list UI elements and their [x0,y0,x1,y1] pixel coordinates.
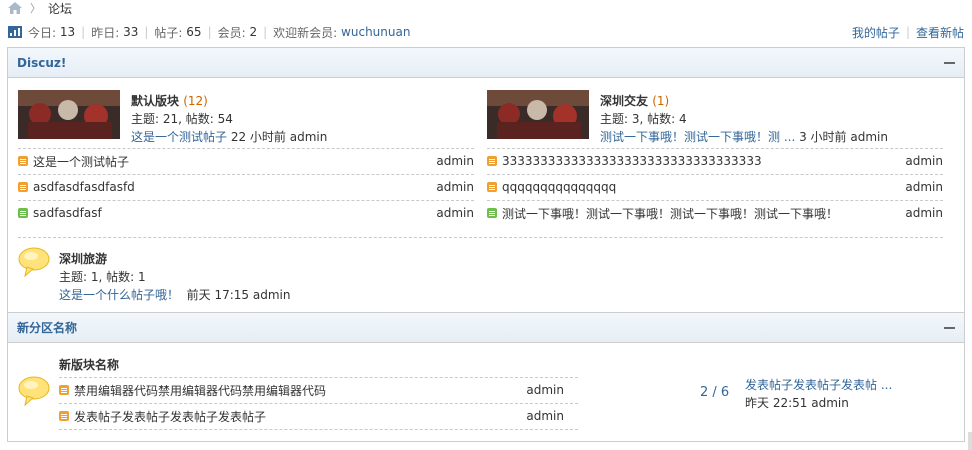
forum-stats: 主题: 1, 帖数: 1 [59,270,146,284]
last-post-author[interactable]: admin [811,396,849,410]
forum-icon-image[interactable] [487,90,589,139]
last-post-time: 前天 17:15 [186,288,250,302]
category-discuz: Discuz! 默认版块 (12) 主题: 21, 帖数: 54 这是一个测试帖… [7,47,965,313]
speech-bubble-icon[interactable] [18,376,50,406]
last-post: 测试一下事哦！测试一下事哦！测 ... 3 小时前 admin [600,128,888,145]
thread-icon [18,156,28,166]
thread-author[interactable]: admin [905,180,943,194]
my-posts-link[interactable]: 我的帖子 [852,24,900,41]
thread-author[interactable]: admin [905,206,943,220]
last-post: 发表帖子发表帖子发表帖 ... [745,376,892,393]
last-post-link[interactable]: 这是一个测试帖子 [131,130,227,144]
new-posts-link[interactable]: 查看新帖 [916,24,964,41]
divider: | [905,25,910,39]
thread-title[interactable]: sadfasdfasf [33,206,436,220]
thread-author[interactable]: admin [905,154,943,168]
last-post-time: 昨天 22:51 [745,396,808,410]
thread-icon [18,182,28,192]
thread-author[interactable]: admin [526,409,564,423]
breadcrumb: 〉 论坛 [8,0,72,16]
thread-title[interactable]: asdfasdfasdfasfd [33,180,436,194]
category-title[interactable]: Discuz! [17,56,66,70]
last-post-meta: 昨天 22:51 admin [745,394,849,411]
forum-name[interactable]: 深圳交友 (1) [600,92,669,109]
thread-post-counts: 2 / 6 [700,385,730,400]
forum-stats: 今日: 13 | 昨日: 33 | 帖子: 65 | 会员: 2 | 欢迎新会员… [8,24,410,40]
new-member-link[interactable]: wuchunuan [341,25,410,39]
category-new-section: 新分区名称 新版块名称 禁用编辑器代码禁用编辑器代码禁用编辑器代码 admin … [7,313,965,442]
members-count: 2 [249,25,258,39]
thread-icon [487,156,497,166]
thread-title[interactable]: 3333333333333333333333333333333333 [502,154,905,168]
thread-title[interactable]: 这是一个测试帖子 [33,153,436,170]
collapse-icon[interactable] [944,326,955,329]
forum-icon-image[interactable] [18,90,120,139]
home-icon[interactable] [8,2,22,14]
speech-bubble-icon[interactable] [18,247,50,277]
yesterday-label: 昨日: [91,25,120,40]
thread-title[interactable]: 禁用编辑器代码禁用编辑器代码禁用编辑器代码 [74,382,526,399]
yesterday-count: 33 [123,25,139,39]
members-label: 会员: [217,25,246,40]
thread-author[interactable]: admin [436,180,474,194]
last-post-time: 3 小时前 [799,130,847,144]
today-post-count: (12) [183,94,208,108]
posts-label: 帖子: [154,25,183,40]
thread-author[interactable]: admin [436,206,474,220]
divider: | [207,25,212,39]
last-post-author[interactable]: admin [253,288,291,302]
thread-row[interactable]: 发表帖子发表帖子发表帖子发表帖子 admin [59,403,564,429]
last-post-link[interactable]: 这是一个什么帖子哦！ [59,288,179,302]
breadcrumb-current[interactable]: 论坛 [48,0,72,17]
stats-chart-icon [8,26,22,38]
thread-row[interactable]: sadfasdfasf admin [18,200,474,226]
divider [18,237,943,238]
thread-row[interactable]: 这是一个测试帖子 admin [18,148,474,174]
category-header: 新分区名称 [8,313,964,343]
thread-row[interactable]: qqqqqqqqqqqqqqq admin [487,174,943,200]
collapse-icon[interactable] [944,61,955,64]
category-header: Discuz! [8,48,964,78]
last-post: 这是一个什么帖子哦！ 前天 17:15 admin [59,286,291,303]
thread-row[interactable]: 测试一下事哦！测试一下事哦！测试一下事哦！测试一下事哦！ admin [487,200,943,226]
last-post-link[interactable]: 测试一下事哦！测试一下事哦！测 ... [600,130,795,144]
forum-stats: 主题: 3, 帖数: 4 [600,112,687,126]
thread-icon [59,411,69,421]
today-label: 今日: [28,25,57,40]
posts-count: 65 [186,25,202,39]
divider: | [144,25,149,39]
last-post-author[interactable]: admin [290,130,328,144]
forum-name[interactable]: 默认版块 (12) [131,92,208,109]
thread-author[interactable]: admin [436,154,474,168]
forum-name[interactable]: 新版块名称 [59,356,119,373]
forum-stats: 主题: 21, 帖数: 54 [131,112,233,126]
thread-icon [487,182,497,192]
top-links: 我的帖子 | 查看新帖 [852,24,964,40]
today-post-count: (1) [652,94,670,108]
divider [59,429,578,430]
category-title[interactable]: 新分区名称 [17,319,77,336]
thread-icon [18,208,28,218]
thread-row[interactable]: 禁用编辑器代码禁用编辑器代码禁用编辑器代码 admin [59,377,564,403]
forum-name[interactable]: 深圳旅游 [59,250,107,267]
last-post-author[interactable]: admin [850,130,888,144]
last-post-time: 22 小时前 [230,130,286,144]
thread-title[interactable]: qqqqqqqqqqqqqqq [502,180,905,194]
thread-row[interactable]: asdfasdfasdfasfd admin [18,174,474,200]
last-post-link[interactable]: 发表帖子发表帖子发表帖 ... [745,378,892,392]
breadcrumb-separator: 〉 [30,2,41,15]
new-member-label: 欢迎新会员: [273,25,338,40]
scrollbar[interactable] [968,432,972,450]
divider: | [81,25,86,39]
thread-icon [59,385,69,395]
divider: | [263,25,268,39]
thread-author[interactable]: admin [526,383,564,397]
today-count: 13 [59,25,76,39]
thread-icon [487,208,497,218]
thread-row[interactable]: 3333333333333333333333333333333333 admin [487,148,943,174]
last-post: 这是一个测试帖子 22 小时前 admin [131,128,327,145]
thread-title[interactable]: 发表帖子发表帖子发表帖子发表帖子 [74,408,526,425]
thread-title[interactable]: 测试一下事哦！测试一下事哦！测试一下事哦！测试一下事哦！ [502,205,905,222]
